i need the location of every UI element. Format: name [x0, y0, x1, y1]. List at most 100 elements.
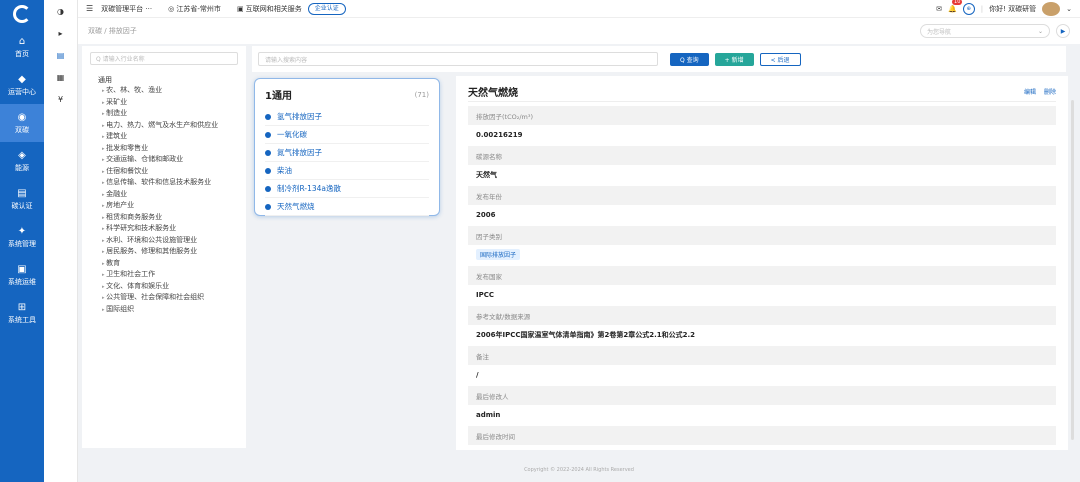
factor-item[interactable]: 柴油	[265, 162, 429, 180]
industry-selector[interactable]: ▣ 互联网和相关服务	[237, 4, 302, 14]
field-label: 排放因子(tCO₂/m³)	[468, 106, 1056, 125]
menu-icon[interactable]: ☰	[86, 4, 93, 13]
tree-node[interactable]: 农、林、牧、渔业	[90, 85, 238, 97]
next-arrow-button[interactable]: ▶	[1056, 24, 1070, 38]
detail-title: 天然气燃烧	[468, 88, 518, 99]
subnav-item-icon[interactable]: ▸	[44, 22, 77, 44]
sidebar-item-system-tools[interactable]: ⊞ 系统工具	[0, 294, 44, 332]
mail-icon[interactable]: ✉	[936, 5, 942, 13]
sidebar-item-system-manage[interactable]: ✦ 系统管理	[0, 218, 44, 256]
tree-node[interactable]: 住宿和餐饮业	[90, 166, 238, 178]
back-button[interactable]: < 后退	[759, 52, 801, 66]
avatar[interactable]	[1042, 1, 1061, 16]
bell-icon[interactable]: 🔔 10	[948, 0, 963, 13]
sidebar-item-system-ops[interactable]: ▣ 系统运维	[0, 256, 44, 294]
sidebar-item-home[interactable]: ⌂ 首页	[0, 28, 44, 66]
tree-node[interactable]: 公共管理、社会保障和社会组织	[90, 292, 238, 304]
operations-icon: ◆	[18, 73, 26, 85]
tree-root[interactable]: 通用	[90, 75, 238, 85]
sidebar-item-energy[interactable]: ◈ 能源	[0, 142, 44, 180]
delete-link[interactable]: 删除	[1044, 89, 1056, 96]
factor-item[interactable]: 一氧化碳	[265, 126, 429, 144]
sidebar-item-operations[interactable]: ◆ 运营中心	[0, 66, 44, 104]
app-logo[interactable]	[0, 0, 44, 28]
tree-node[interactable]: 采矿业	[90, 97, 238, 109]
location-selector[interactable]: ◎ 江苏省-常州市	[168, 4, 221, 14]
quick-nav-placeholder: 为您导航	[927, 28, 952, 36]
factor-item-label: 柴油	[277, 166, 292, 175]
certification-icon: ▤	[17, 187, 27, 199]
factor-list-title: 1通用	[265, 91, 292, 102]
subnav-item-icon[interactable]: ◑	[44, 0, 77, 22]
subnav-item-icon[interactable]: ▤	[44, 44, 77, 66]
field-value: /	[476, 370, 479, 379]
search-bar: 请输入搜索内容 Q 查询 + 新增 < 后退	[252, 46, 1066, 72]
factor-item[interactable]: 天然气燃烧	[265, 198, 429, 216]
tree-node[interactable]: 居民服务、修理和其他服务业	[90, 246, 238, 258]
subnav-item-icon[interactable]: ¥	[44, 88, 77, 110]
home-icon: ⌂	[18, 35, 26, 47]
field-label: 备注	[468, 346, 1056, 365]
tree-node[interactable]: 信息传输、软件和信息技术服务业	[90, 177, 238, 189]
user-greeting[interactable]: 你好! 双碳研管	[989, 4, 1036, 14]
tree-node[interactable]: 交通运输、仓储和邮政业	[90, 154, 238, 166]
info-dot-icon	[265, 185, 271, 192]
notification-count: 10	[952, 0, 963, 5]
search-input[interactable]: 请输入搜索内容	[258, 52, 658, 66]
chevron-down-icon[interactable]: ⌄	[1066, 5, 1072, 13]
field-label: 参考文献/数据来源	[468, 306, 1056, 325]
tree-node[interactable]: 卫生和社会工作	[90, 269, 238, 281]
enterprise-cert-button[interactable]: 企业认证	[307, 2, 346, 15]
sidebar-item-label: 系统管理	[8, 239, 36, 248]
factor-item-label: 氮气排放因子	[277, 148, 322, 157]
system-tools-icon: ⊞	[17, 301, 27, 313]
tree-node[interactable]: 教育	[90, 258, 238, 270]
info-dot-icon	[265, 131, 271, 138]
breadcrumb-bar: 双碳 / 排放因子 为您导航 ⌄ ▶	[78, 18, 1080, 44]
add-button[interactable]: + 新增	[714, 52, 754, 66]
sidebar-item-label: 系统工具	[8, 315, 36, 324]
platform-selector[interactable]: 双碳管理平台 ···	[101, 4, 152, 14]
info-dot-icon	[265, 167, 271, 174]
field-value: 天然气	[476, 170, 497, 179]
scrollbar[interactable]	[1071, 100, 1074, 440]
industry-search-input[interactable]: Q 请输入行业名称	[90, 52, 238, 65]
factor-item-label: 氢气排放因子	[277, 112, 322, 121]
field-label: 碳源名称	[468, 146, 1056, 165]
sidebar-item-certification[interactable]: ▤ 碳认证	[0, 180, 44, 218]
field-value: IPCC	[476, 290, 495, 299]
factor-item[interactable]: 氮气排放因子	[265, 144, 429, 162]
tree-node[interactable]: 科学研究和技术服务业	[90, 223, 238, 235]
field-label: 最后修改时间	[468, 426, 1056, 445]
factor-item-label: 制冷剂R-134a逸散	[277, 184, 342, 193]
field-value: 2024-07-15 20:20:31	[468, 445, 1056, 450]
footer-copyright: Copyright © 2022-2024 All Rights Reserve…	[524, 467, 634, 473]
tree-node[interactable]: 文化、体育和娱乐业	[90, 281, 238, 293]
field-label: 发布年份	[468, 186, 1056, 205]
breadcrumb[interactable]: 双碳 / 排放因子	[88, 26, 137, 36]
subnav-item-icon[interactable]: ▦	[44, 66, 77, 88]
industry-tree-panel: Q 请输入行业名称 通用 农、林、牧、渔业采矿业制造业电力、热力、燃气及水生产和…	[82, 46, 246, 448]
tree-node[interactable]: 国际组织	[90, 304, 238, 316]
top-bar: ☰ 双碳管理平台 ··· ◎ 江苏省-常州市 ▣ 互联网和相关服务 企业认证 ✉…	[78, 0, 1080, 18]
factor-item[interactable]: 制冷剂R-134a逸散	[265, 180, 429, 198]
tree-node[interactable]: 水利、环境和公共设施管理业	[90, 235, 238, 247]
quick-nav-select[interactable]: 为您导航 ⌄	[920, 24, 1050, 38]
main-sidebar: ⌂ 首页 ◆ 运营中心 ◉ 双碳 ◈ 能源 ▤ 碳认证 ✦ 系统管理 ▣ 系统运维 ⊞ 系统工具	[0, 0, 44, 482]
field-label: 最后修改人	[468, 386, 1056, 405]
tree-node[interactable]: 建筑业	[90, 131, 238, 143]
help-icon[interactable]: ⊕	[962, 2, 975, 15]
tree-node[interactable]: 金融业	[90, 189, 238, 201]
tree-node[interactable]: 房地产业	[90, 200, 238, 212]
system-manage-icon: ✦	[17, 225, 27, 237]
tree-node[interactable]: 制造业	[90, 108, 238, 120]
field-value: 国际排放因子	[468, 245, 1056, 264]
tree-node[interactable]: 批发和零售业	[90, 143, 238, 155]
query-button[interactable]: Q 查询	[670, 52, 709, 66]
factor-item[interactable]: 氢气排放因子	[265, 108, 429, 126]
edit-link[interactable]: 编辑	[1024, 89, 1036, 96]
tree-node[interactable]: 电力、热力、燃气及水生产和供应业	[90, 120, 238, 132]
sidebar-item-carbon[interactable]: ◉ 双碳	[0, 104, 44, 142]
tree-node[interactable]: 租赁和商务服务业	[90, 212, 238, 224]
energy-icon: ◈	[18, 149, 26, 161]
